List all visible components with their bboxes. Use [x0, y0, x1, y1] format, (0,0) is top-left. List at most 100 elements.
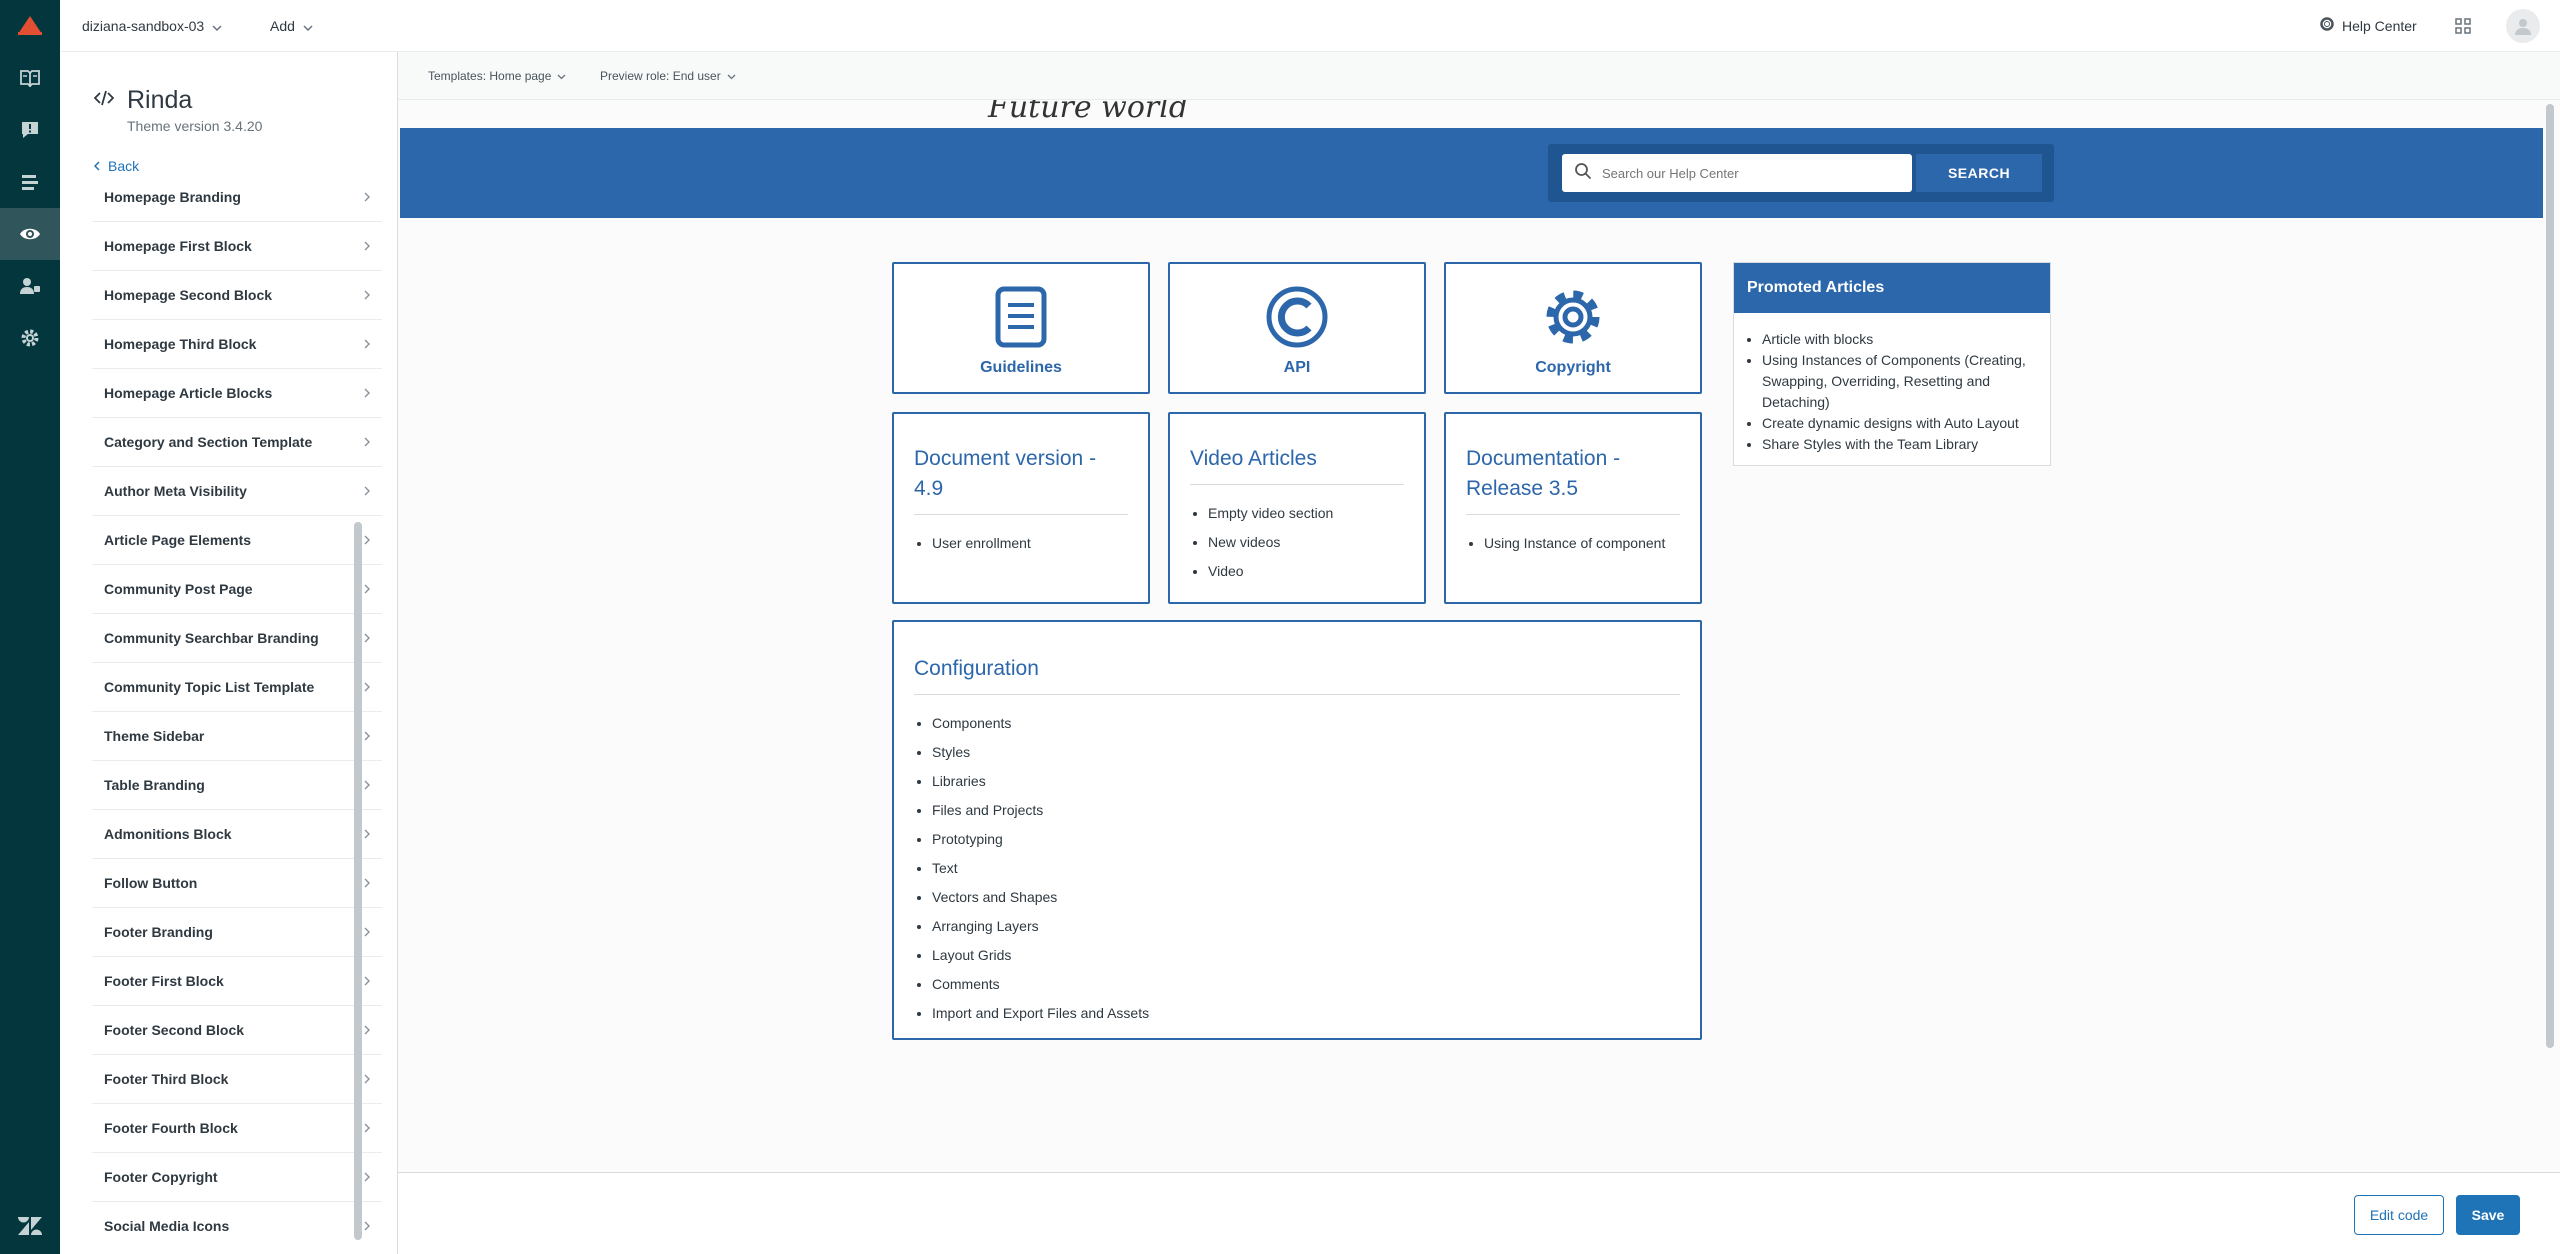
article-link[interactable]: Video — [1208, 557, 1404, 586]
article-link[interactable]: Comments — [932, 970, 1680, 999]
section-title[interactable]: Video Articles — [1190, 444, 1404, 474]
article-link[interactable]: Libraries — [932, 767, 1680, 796]
settings-item-label: Footer Fourth Block — [104, 1120, 238, 1136]
article-link[interactable]: Import and Export Files and Assets — [932, 999, 1680, 1028]
settings-icon[interactable] — [0, 312, 60, 364]
guide-icon[interactable] — [0, 52, 60, 104]
article-link[interactable]: Styles — [932, 738, 1680, 767]
settings-item[interactable]: Social Media Icons — [92, 1202, 382, 1233]
account-name: diziana-sandbox-03 — [82, 18, 205, 34]
article-link[interactable]: Components — [932, 709, 1680, 738]
category-card-api[interactable]: API — [1168, 262, 1426, 394]
category-card-copyright[interactable]: Copyright — [1444, 262, 1702, 394]
arrange-icon[interactable] — [0, 156, 60, 208]
article-link[interactable]: Layout Grids — [932, 941, 1680, 970]
category-card-guidelines[interactable]: Guidelines — [892, 262, 1150, 394]
section-card-video-articles: Video Articles Empty video section New v… — [1168, 412, 1426, 604]
promoted-article-link[interactable]: Share Styles with the Team Library — [1762, 434, 2038, 455]
settings-item[interactable]: Author Meta Visibility — [92, 467, 382, 516]
settings-item[interactable]: Admonitions Block — [92, 810, 382, 859]
promoted-article-link[interactable]: Using Instances of Components (Creating,… — [1762, 350, 2038, 413]
settings-item-label: Theme Sidebar — [104, 728, 205, 744]
chevron-right-icon — [364, 1022, 370, 1038]
article-link[interactable]: Using Instance of component — [1484, 529, 1680, 558]
promoted-article-link[interactable]: Create dynamic designs with Auto Layout — [1762, 413, 2038, 434]
chevron-right-icon — [364, 238, 370, 254]
customize-design-icon[interactable] — [0, 208, 60, 260]
chevron-right-icon — [364, 385, 370, 401]
section-title[interactable]: Document version - 4.9 — [914, 444, 1128, 504]
promoted-article-link[interactable]: Article with blocks — [1762, 329, 2038, 350]
chevron-right-icon — [364, 1120, 370, 1136]
preview-role-dropdown[interactable]: Preview role: End user — [600, 69, 736, 83]
article-link[interactable]: New videos — [1208, 528, 1404, 557]
product-tray-icon[interactable] — [2455, 18, 2471, 39]
settings-item[interactable]: Community Topic List Template — [92, 663, 382, 712]
settings-item[interactable]: Homepage Third Block — [92, 320, 382, 369]
search-input[interactable] — [1602, 165, 1902, 181]
promoted-articles: Promoted Articles Article with blocksUsi… — [1733, 262, 2051, 466]
chevron-right-icon — [364, 728, 370, 744]
settings-item[interactable]: Community Searchbar Branding — [92, 614, 382, 663]
article-link[interactable]: Prototyping — [932, 825, 1680, 854]
article-link[interactable]: Vectors and Shapes — [932, 883, 1680, 912]
divider — [1466, 514, 1680, 515]
settings-item[interactable]: Homepage Article Blocks — [92, 369, 382, 418]
settings-item[interactable]: Footer First Block — [92, 957, 382, 1006]
save-button[interactable]: Save — [2456, 1195, 2520, 1235]
zendesk-product-logo-icon[interactable] — [16, 14, 44, 43]
section-title[interactable]: Configuration — [914, 654, 1680, 684]
settings-item[interactable]: Category and Section Template — [92, 418, 382, 467]
divider — [914, 514, 1128, 515]
section-title[interactable]: Documentation - Release 3.5 — [1466, 444, 1680, 504]
settings-item-label: Category and Section Template — [104, 434, 313, 450]
settings-item[interactable]: Footer Branding — [92, 908, 382, 957]
settings-item[interactable]: Community Post Page — [92, 565, 382, 614]
settings-item-label: Footer Copyright — [104, 1169, 218, 1185]
chevron-right-icon — [364, 581, 370, 597]
chevron-right-icon — [364, 1169, 370, 1185]
settings-item[interactable]: Footer Third Block — [92, 1055, 382, 1104]
panel-scrollbar[interactable] — [354, 522, 362, 1240]
user-permissions-icon[interactable] — [0, 260, 60, 312]
add-label: Add — [270, 18, 295, 34]
back-link[interactable]: Back — [93, 158, 139, 174]
settings-item[interactable]: Article Page Elements — [92, 516, 382, 565]
search-container: SEARCH — [1548, 144, 2054, 202]
article-link[interactable]: Arranging Layers — [932, 912, 1680, 941]
add-dropdown[interactable]: Add — [270, 18, 313, 34]
settings-item[interactable]: Homepage First Block — [92, 222, 382, 271]
search-box[interactable] — [1562, 154, 1912, 192]
account-dropdown[interactable]: diziana-sandbox-03 — [82, 18, 222, 34]
article-link[interactable]: Empty video section — [1208, 499, 1404, 528]
settings-item[interactable]: Homepage Second Block — [92, 271, 382, 320]
copyright-circle-icon — [1265, 286, 1329, 353]
settings-item[interactable]: Footer Copyright — [92, 1153, 382, 1202]
theme-preview: Future world SEARCH Templates: Home page… — [398, 52, 2560, 1172]
chevron-right-icon — [364, 973, 370, 989]
settings-item[interactable]: Footer Fourth Block — [92, 1104, 382, 1153]
templates-dropdown[interactable]: Templates: Home page — [428, 69, 566, 83]
article-link[interactable]: Text — [932, 854, 1680, 883]
feedback-icon[interactable] — [0, 104, 60, 156]
user-avatar[interactable] — [2506, 9, 2540, 43]
theme-name: Rinda — [127, 86, 193, 114]
article-link[interactable]: User enrollment — [932, 529, 1128, 558]
settings-item[interactable]: Homepage Branding — [92, 173, 382, 222]
preview-scrollbar[interactable] — [2546, 104, 2554, 1048]
settings-item[interactable]: Table Branding — [92, 761, 382, 810]
top-header: diziana-sandbox-03 Add Help Center — [60, 0, 2560, 52]
search-button[interactable]: SEARCH — [1916, 154, 2042, 192]
edit-code-button[interactable]: Edit code — [2354, 1195, 2444, 1235]
settings-item[interactable]: Footer Second Block — [92, 1006, 382, 1055]
settings-item-label: Homepage Second Block — [104, 287, 273, 303]
promoted-list: Article with blocksUsing Instances of Co… — [1734, 313, 2050, 455]
settings-item-label: Homepage First Block — [104, 238, 252, 254]
templates-label: Templates: Home page — [428, 69, 552, 83]
settings-item[interactable]: Follow Button — [92, 859, 382, 908]
settings-item[interactable]: Theme Sidebar — [92, 712, 382, 761]
article-link[interactable]: Files and Projects — [932, 796, 1680, 825]
theme-version: Theme version 3.4.20 — [127, 118, 263, 134]
help-center-link[interactable]: Help Center — [2320, 17, 2417, 34]
document-icon — [993, 286, 1049, 353]
